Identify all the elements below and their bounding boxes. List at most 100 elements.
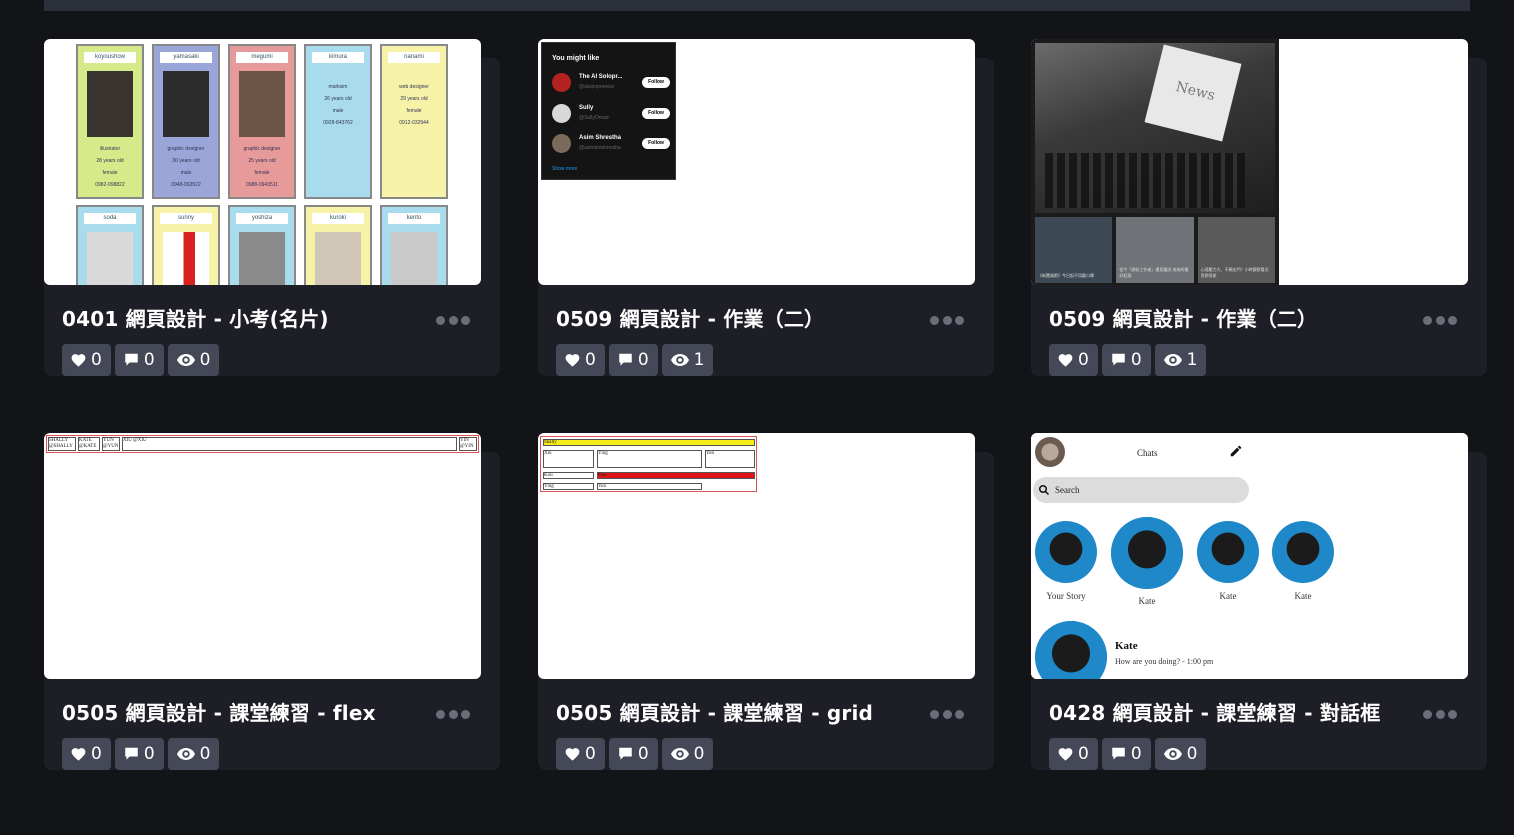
pen-preview[interactable]: SHALLY @SHALLY KATE @KATE YUN @YUN XIU @… [44,433,481,679]
pen-title[interactable]: 0505 網頁設計 - 課堂練習 - grid [556,697,873,726]
like-button[interactable]: 0 [62,344,111,376]
account-name: Asim Shrestha [579,135,622,141]
comment-button[interactable]: 0 [1101,344,1151,376]
pen-title[interactable]: 0428 網頁設計 - 課堂練習 - 對話框 [1049,697,1380,726]
namecard-photo [163,232,209,285]
dot-icon [942,315,952,325]
like-button[interactable]: 0 [1049,344,1098,376]
comment-button[interactable]: 0 [114,344,164,376]
views-button[interactable]: 0 [661,738,714,770]
stats-bar: 0 0 0 [556,738,714,770]
preview-namecard: yamasaki graphic designer 30 years old mal… [152,44,220,199]
like-button[interactable]: 0 [1049,738,1098,770]
like-button[interactable]: 0 [62,738,111,770]
like-count: 0 [1078,744,1089,764]
more-options-button[interactable] [1423,315,1457,325]
comment-button[interactable]: 0 [608,344,658,376]
comment-button[interactable]: 0 [608,738,658,770]
heart-icon [565,748,580,761]
dot-icon [436,315,445,325]
top-bar [44,0,1470,11]
namecard-name: sunny [160,213,212,224]
more-options-button[interactable] [930,709,964,719]
widget-heading: You might like [552,55,600,62]
comment-button[interactable]: 0 [1101,738,1151,770]
dot-icon [1448,315,1457,325]
grid-cell: Ying [597,450,702,468]
account-row: Sully @SullyOmarr Follow [552,104,670,124]
comment-icon [1112,353,1125,366]
view-count: 0 [693,744,705,764]
namecard-photo [239,71,285,137]
grid-cell: Ying [543,483,594,490]
pen-title[interactable]: 0509 網頁設計 - 作業（二） [1049,303,1317,332]
pen-card[interactable]: koyoushow illustrator 28 years old female 0… [44,39,500,376]
dot-icon [1423,315,1432,325]
namecard-photo [87,71,133,137]
pen-card[interactable]: News 《新聞減肥》今日起不用戴口罩 從今「調侃工作者」遇見鐵虎 成為的最好紀… [1031,39,1487,376]
preview-namecard: megumi graphic designer 25 years old femal… [228,44,296,199]
like-button[interactable]: 0 [556,738,605,770]
dot-icon [448,709,458,719]
more-options-button[interactable] [436,315,470,325]
pen-title[interactable]: 0509 網頁設計 - 作業（二） [556,303,824,332]
comment-icon [619,353,632,366]
eye-icon [670,354,689,366]
pen-preview[interactable]: News 《新聞減肥》今日起不用戴口罩 從今「調侃工作者」遇見鐵虎 成為的最好紀… [1031,39,1468,285]
stats-bar: 0 0 1 [556,344,714,376]
views-button[interactable]: 0 [167,738,220,770]
follow-button: Follow [642,138,670,149]
comment-icon [1112,747,1125,760]
views-button[interactable]: 1 [661,344,714,376]
dot-icon [955,315,964,325]
story-avatar [1272,521,1334,583]
news-thumbnail: 《新聞減肥》今日起不用戴口罩 [1035,217,1113,283]
news-thumbnail: 從今「調侃工作者」遇見鐵虎 成為的最好紀錄 [1116,217,1194,283]
like-count: 0 [585,350,596,370]
comment-button[interactable]: 0 [114,738,164,770]
eye-icon [1163,748,1182,760]
views-button[interactable]: 0 [1154,738,1207,770]
account-handle: @asimdotshrestha [579,145,621,151]
dot-icon [1435,315,1445,325]
you-might-like-widget: You might like The AI Solopr... @aisolop… [541,42,676,180]
paper-sheet: News [1144,44,1242,142]
comment-icon [619,747,632,760]
pen-card[interactable]: Chats Search Your Story Kate Kate Kate K… [1031,433,1487,770]
preview-namecard: nanami web designer 29 years old female 091… [380,44,448,199]
search-icon [1039,485,1050,496]
pen-preview[interactable]: You might like The AI Solopr... @aisolop… [538,39,975,285]
view-count: 0 [199,744,211,764]
comment-count: 0 [1130,744,1142,764]
dot-icon [436,709,445,719]
like-count: 0 [1078,350,1089,370]
views-button[interactable]: 1 [1154,344,1207,376]
pen-title[interactable]: 0505 網頁設計 - 課堂練習 - flex [62,697,376,726]
view-count: 1 [1186,350,1198,370]
more-options-button[interactable] [436,709,470,719]
pen-card[interactable]: Shally Xiu Ying Yun Kou Kou Ying Yun 050… [538,433,994,770]
pen-card[interactable]: You might like The AI Solopr... @aisolop… [538,39,994,376]
more-options-button[interactable] [1423,709,1457,719]
more-options-button[interactable] [930,315,964,325]
like-button[interactable]: 0 [556,344,605,376]
flex-item: YIN @YIN [459,437,477,451]
preview-namecard: koyoushow illustrator 28 years old female 0… [76,44,144,199]
dot-icon [461,315,470,325]
pen-preview[interactable]: koyoushow illustrator 28 years old female 0… [44,39,481,285]
message-preview: How are you doing? - 1:00 pm [1115,657,1214,666]
namecard-name: nanami [388,52,440,63]
pen-card[interactable]: SHALLY @SHALLY KATE @KATE YUN @YUN XIU @… [44,433,500,770]
story-label: Kate [1138,596,1156,606]
dot-icon [1423,709,1432,719]
message-avatar [1035,621,1107,679]
follow-button: Follow [642,108,670,119]
stats-bar: 0 0 1 [1049,344,1207,376]
pen-preview[interactable]: Chats Search Your Story Kate Kate Kate K… [1031,433,1468,679]
pen-preview[interactable]: Shally Xiu Ying Yun Kou Kou Ying Yun [538,433,975,679]
account-row: The AI Solopr... @aisolopreneur Follow [552,73,670,93]
grid-cell: Shally [543,439,755,446]
story-avatar [1035,521,1097,583]
views-button[interactable]: 0 [167,344,220,376]
pen-title[interactable]: 0401 網頁設計 - 小考(名片) [62,303,329,332]
